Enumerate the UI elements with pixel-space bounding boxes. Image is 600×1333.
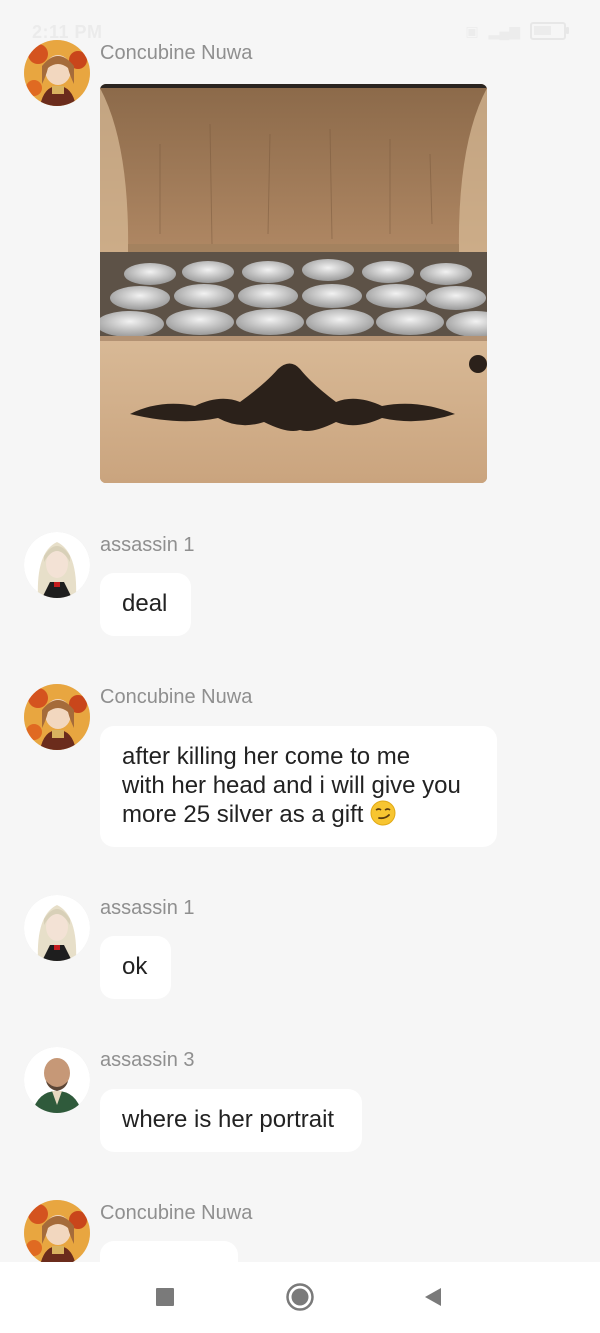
message-text: ok xyxy=(122,953,148,980)
battery-icon xyxy=(530,22,569,40)
square-icon xyxy=(156,1288,174,1306)
status-icons: ▣ ▂▄▆ xyxy=(465,22,569,40)
back-button[interactable] xyxy=(416,1280,450,1314)
shared-photo[interactable] xyxy=(100,84,487,483)
message-bubble[interactable]: where is her portrait xyxy=(100,1089,362,1152)
sender-name: Concubine Nuwa xyxy=(100,1202,253,1224)
message-text-line: after killing her come to me xyxy=(122,743,411,770)
sender-name: assassin 1 xyxy=(100,897,195,919)
status-bar: 2:11 PM ▣ ▂▄▆ xyxy=(0,0,600,62)
sender-name: assassin 1 xyxy=(100,534,195,556)
avatar-assassin-3[interactable] xyxy=(24,1047,90,1113)
chat-thread[interactable]: Concubine Nuwa assassin 1 deal Concubine… xyxy=(0,0,600,1262)
message-bubble[interactable]: deal xyxy=(100,573,191,636)
home-button[interactable] xyxy=(283,1280,317,1314)
message-text-line: more 25 silver as a gift xyxy=(122,801,364,828)
avatar-concubine-nuwa[interactable] xyxy=(24,1200,90,1262)
recent-apps-button[interactable] xyxy=(148,1280,182,1314)
home-circle-icon xyxy=(286,1283,314,1311)
avatar-assassin-1[interactable] xyxy=(24,895,90,961)
sender-name: Concubine Nuwa xyxy=(100,686,253,708)
message-text-line: with her head and i will give you xyxy=(122,772,461,799)
avatar-assassin-1[interactable] xyxy=(24,532,90,598)
sim-icon: ▣ xyxy=(465,22,479,39)
navigation-bar xyxy=(0,1262,600,1333)
message-bubble[interactable] xyxy=(100,1241,238,1262)
message-text: deal xyxy=(122,590,168,617)
battery-level xyxy=(534,26,551,35)
back-triangle-icon xyxy=(425,1288,441,1306)
message-bubble[interactable]: after killing her come to me with her he… xyxy=(100,726,497,847)
sender-name: assassin 3 xyxy=(100,1049,195,1071)
smirk-emoji-icon xyxy=(370,800,396,826)
status-time: 2:11 PM xyxy=(32,22,103,42)
avatar-concubine-nuwa[interactable] xyxy=(24,684,90,750)
message-bubble[interactable]: ok xyxy=(100,936,171,999)
signal-icon: ▂▄▆ xyxy=(488,22,520,39)
message-text: where is her portrait xyxy=(122,1106,335,1133)
